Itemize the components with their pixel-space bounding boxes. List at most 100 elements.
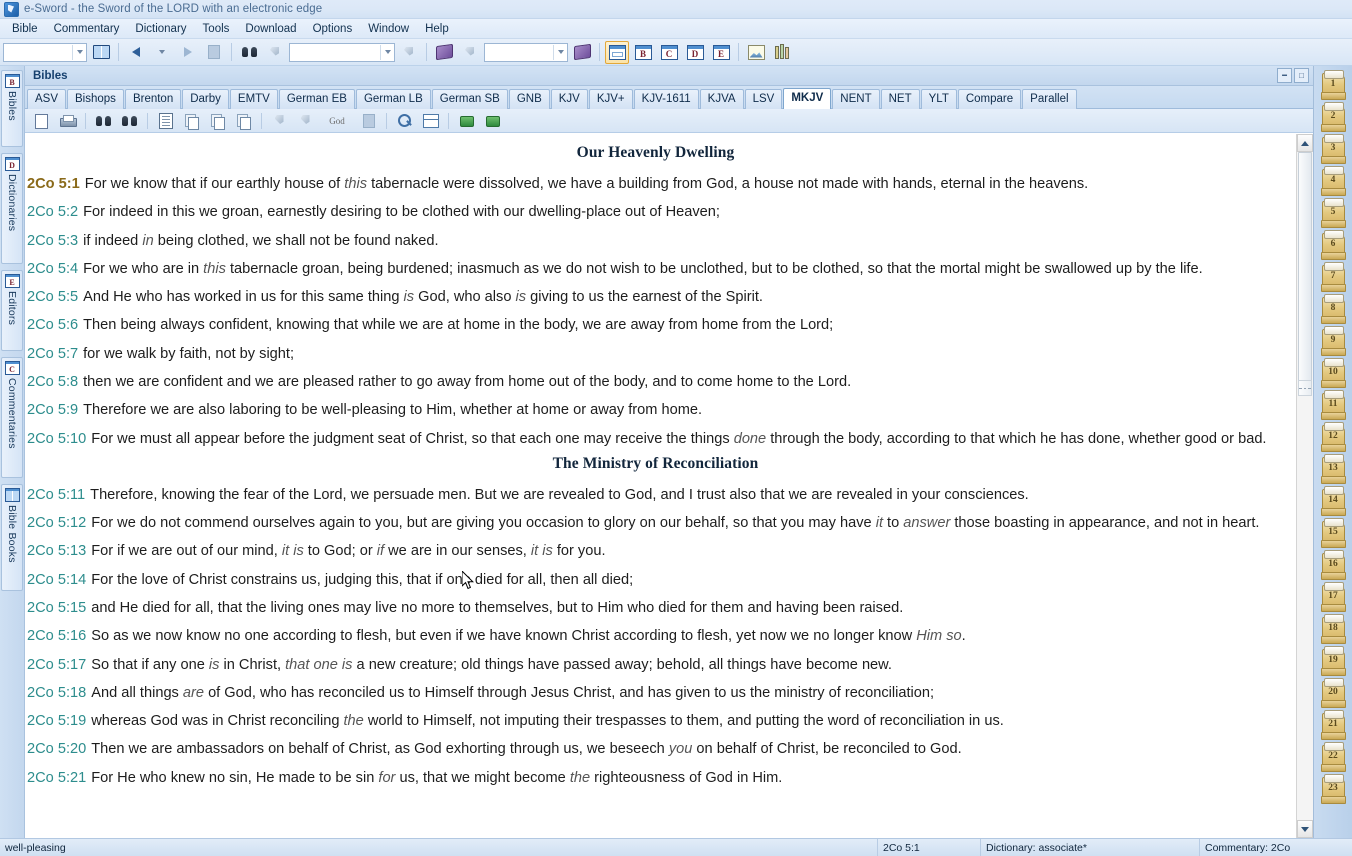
verse-note-scroll-icon[interactable]: 1 (1320, 70, 1346, 100)
bible-tab-kjv[interactable]: KJV (550, 89, 588, 109)
verse-2co-5-8[interactable]: 2Co 5:8 then we are confident and we are … (27, 369, 1284, 396)
stop-button[interactable] (202, 41, 226, 64)
scroll-up-button[interactable] (1297, 134, 1313, 152)
verse-reference[interactable]: 2Co 5:9 (27, 402, 78, 418)
layout-editors-button[interactable]: E (709, 41, 733, 64)
verse-note-scroll-icon[interactable]: 14 (1320, 486, 1346, 516)
verse-reference[interactable]: 2Co 5:18 (27, 685, 86, 701)
layout-commentaries-button[interactable]: C (657, 41, 681, 64)
copy-special-button[interactable] (231, 110, 256, 131)
previous-chapter-button[interactable] (454, 110, 479, 131)
highlight-clear-button[interactable] (293, 110, 318, 131)
verse-reference[interactable]: 2Co 5:14 (27, 572, 86, 588)
search-go-button[interactable] (263, 41, 287, 64)
history-dropdown-button[interactable] (150, 41, 174, 64)
verse-2co-5-18[interactable]: 2Co 5:18 And all things are of God, who h… (27, 680, 1284, 707)
verse-2co-5-17[interactable]: 2Co 5:17 So that if any one is in Christ,… (27, 652, 1284, 679)
verse-note-scroll-icon[interactable]: 22 (1320, 742, 1346, 772)
vertical-scrollbar[interactable] (1296, 134, 1313, 838)
dictionary-lookup-button[interactable] (458, 41, 482, 64)
verse-reference[interactable]: 2Co 5:3 (27, 233, 78, 249)
verse-reference[interactable]: 2Co 5:19 (27, 713, 86, 729)
verse-2co-5-20[interactable]: 2Co 5:20 Then we are ambassadors on behal… (27, 736, 1284, 763)
bible-tab-asv[interactable]: ASV (27, 89, 67, 109)
verse-2co-5-19[interactable]: 2Co 5:19 whereas God was in Christ reconc… (27, 708, 1284, 735)
bible-tab-ylt[interactable]: YLT (920, 89, 957, 109)
verse-2co-5-3[interactable]: 2Co 5:3 if indeed in being clothed, we sh… (27, 228, 1284, 255)
bible-tab-kjva[interactable]: KJVA (699, 89, 744, 109)
verse-note-scroll-icon[interactable]: 3 (1320, 134, 1346, 164)
bible-tab-german-sb[interactable]: German SB (431, 89, 508, 109)
verse-note-scroll-icon[interactable]: 7 (1320, 262, 1346, 292)
verse-note-scroll-icon[interactable]: 16 (1320, 550, 1346, 580)
verse-2co-5-15[interactable]: 2Co 5:15 and He died for all, that the li… (27, 595, 1284, 622)
chevron-down-icon[interactable] (553, 44, 567, 60)
menu-item-dictionary[interactable]: Dictionary (127, 21, 194, 37)
verse-2co-5-13[interactable]: 2Co 5:13 For if we are out of our mind, i… (27, 538, 1284, 565)
verse-reference[interactable]: 2Co 5:6 (27, 317, 78, 333)
verse-note-scroll-icon[interactable]: 2 (1320, 102, 1346, 132)
verse-reference[interactable]: 2Co 5:5 (27, 289, 78, 305)
verse-note-scroll-icon[interactable]: 13 (1320, 454, 1346, 484)
sidebar-item-bible-books[interactable]: Bible Books (1, 484, 23, 591)
bible-tab-bishops[interactable]: Bishops (67, 89, 124, 109)
print-button[interactable] (55, 110, 80, 131)
verse-2co-5-11[interactable]: 2Co 5:11 Therefore, knowing the fear of t… (27, 482, 1284, 509)
bible-tab-compare[interactable]: Compare (957, 89, 1022, 109)
scrollbar-track[interactable] (1297, 152, 1313, 820)
panel-minimize-button[interactable]: ━ (1277, 68, 1292, 83)
search-button[interactable] (91, 110, 116, 131)
bible-tab-darby[interactable]: Darby (182, 89, 229, 109)
menu-item-window[interactable]: Window (360, 21, 417, 37)
search-input-combo[interactable] (289, 42, 395, 62)
menu-item-commentary[interactable]: Commentary (46, 21, 128, 37)
forward-button[interactable] (176, 41, 200, 64)
bible-tab-kjv-[interactable]: KJV+ (588, 89, 633, 109)
verse-reference[interactable]: 2Co 5:7 (27, 346, 78, 362)
dictionary-button[interactable] (432, 41, 456, 64)
verse-reference[interactable]: 2Co 5:15 (27, 600, 86, 616)
status-dictionary[interactable]: Dictionary: associate* (981, 839, 1200, 856)
verse-note-scroll-icon[interactable]: 21 (1320, 710, 1346, 740)
verse-note-scroll-icon[interactable]: 11 (1320, 390, 1346, 420)
chevron-down-icon[interactable] (72, 44, 86, 60)
search-bible-button[interactable] (237, 41, 261, 64)
back-button[interactable] (124, 41, 148, 64)
verse-reference[interactable]: 2Co 5:17 (27, 657, 86, 673)
menu-item-options[interactable]: Options (305, 21, 361, 37)
verse-note-scroll-icon[interactable]: 6 (1320, 230, 1346, 260)
copy-button[interactable] (179, 110, 204, 131)
zoom-in-button[interactable] (392, 110, 417, 131)
bible-tab-gnb[interactable]: GNB (508, 89, 550, 109)
copy-add-button[interactable] (205, 110, 230, 131)
verse-2co-5-14[interactable]: 2Co 5:14 For the love of Christ constrain… (27, 567, 1284, 594)
layout-bibles-button[interactable]: B (631, 41, 655, 64)
save-as-button[interactable] (29, 110, 54, 131)
highlight-button[interactable] (267, 110, 292, 131)
verse-2co-5-7[interactable]: 2Co 5:7 for we walk by faith, not by sigh… (27, 341, 1284, 368)
sidebar-item-editors[interactable]: E Editors (1, 270, 23, 351)
bible-tab-net[interactable]: NET (880, 89, 920, 109)
verse-2co-5-2[interactable]: 2Co 5:2 For indeed in this we groan, earn… (27, 199, 1284, 226)
sidebar-item-bibles[interactable]: B Bibles (1, 70, 23, 147)
copy-verse-button[interactable] (153, 110, 178, 131)
verse-2co-5-5[interactable]: 2Co 5:5 And He who has worked in us for t… (27, 284, 1284, 311)
scrollbar-grip[interactable] (1298, 380, 1312, 396)
bible-tab-german-lb[interactable]: German LB (355, 89, 431, 109)
verse-2co-5-1[interactable]: 2Co 5:1 For we know that if our earthly h… (27, 171, 1284, 198)
verse-reference-combo[interactable] (3, 42, 87, 62)
scroll-down-button[interactable] (1297, 820, 1313, 838)
bible-tab-lsv[interactable]: LSV (744, 89, 783, 109)
layout-grid-button[interactable] (605, 40, 629, 64)
menu-item-help[interactable]: Help (417, 21, 457, 37)
status-commentary[interactable]: Commentary: 2Co (1200, 839, 1352, 856)
verse-reference[interactable]: 2Co 5:21 (27, 770, 86, 786)
verse-note-scroll-icon[interactable]: 5 (1320, 198, 1346, 228)
verse-2co-5-12[interactable]: 2Co 5:12 For we do not commend ourselves … (27, 510, 1284, 537)
bible-tab-brenton[interactable]: Brenton (124, 89, 182, 109)
verse-reference[interactable]: 2Co 5:4 (27, 261, 78, 277)
verse-note-scroll-icon[interactable]: 15 (1320, 518, 1346, 548)
verse-reference[interactable]: 2Co 5:8 (27, 374, 78, 390)
bible-tab-mkjv[interactable]: MKJV (783, 88, 832, 109)
verse-reference[interactable]: 2Co 5:11 (27, 487, 85, 503)
